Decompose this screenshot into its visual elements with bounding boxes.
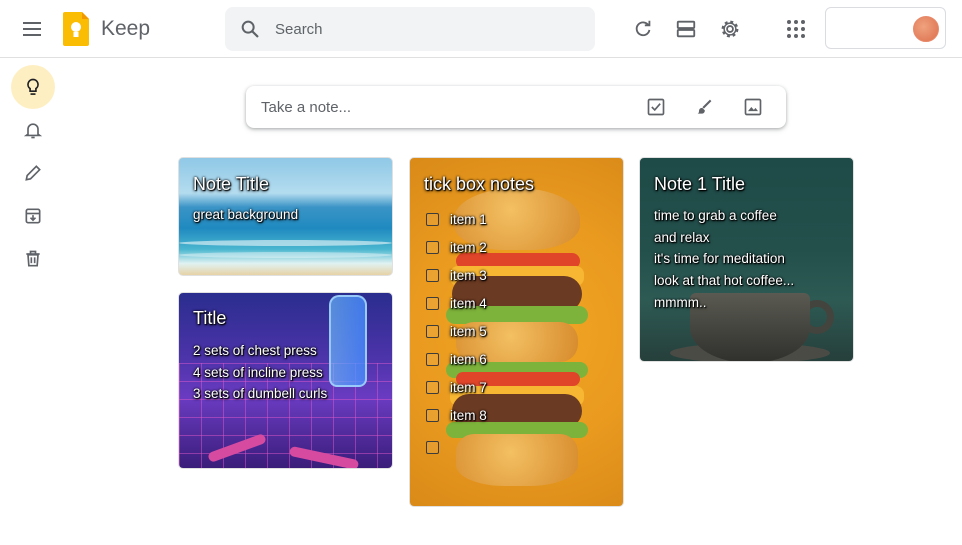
checkbox[interactable] — [426, 213, 439, 226]
note-text: 4 sets of incline press — [193, 365, 323, 380]
checkbox[interactable] — [426, 409, 439, 422]
note-card[interactable]: tick box notes item 1 item 2 item 3 item… — [409, 157, 624, 507]
wave-decoration — [179, 240, 392, 246]
settings-icon[interactable] — [710, 9, 750, 49]
trash-icon — [26, 250, 40, 267]
note-text: and relax — [654, 230, 710, 245]
take-note-bar[interactable] — [246, 86, 786, 128]
list-view-icon[interactable] — [666, 9, 706, 49]
checklist-item: item 1 — [450, 212, 487, 227]
note-text: mmmm.. — [654, 295, 707, 310]
archive-icon — [25, 208, 41, 224]
checklist-item: item 4 — [450, 296, 487, 311]
search-icon[interactable] — [239, 18, 261, 40]
note-text: 3 sets of dumbell curls — [193, 386, 328, 401]
checklist-item: item 8 — [450, 408, 487, 423]
sidebar-item-trash[interactable] — [11, 237, 55, 281]
burger-decoration — [456, 434, 578, 486]
checklist-item: item 3 — [450, 268, 487, 283]
search-bar[interactable] — [225, 7, 595, 51]
checklist-item: item 6 — [450, 352, 487, 367]
checklist-item: item 7 — [450, 380, 487, 395]
refresh-icon[interactable] — [623, 9, 663, 49]
checkbox[interactable] — [426, 297, 439, 310]
image-icon[interactable] — [737, 91, 769, 123]
avatar[interactable] — [913, 16, 939, 42]
pencil-icon — [25, 165, 41, 181]
app-title[interactable]: Keep — [101, 17, 150, 41]
note-title: Note Title — [193, 174, 270, 194]
checkbox[interactable] — [426, 353, 439, 366]
take-note-input[interactable] — [261, 86, 621, 128]
menu-icon[interactable] — [12, 9, 52, 49]
note-card[interactable]: Title 2 sets of chest press 4 sets of in… — [178, 292, 393, 469]
wave-decoration — [179, 252, 392, 258]
note-card[interactable]: Note 1 Title time to grab a coffee and r… — [639, 157, 854, 362]
checklist-item: item 2 — [450, 240, 487, 255]
checkbox[interactable] — [426, 241, 439, 254]
note-text: 2 sets of chest press — [193, 343, 317, 358]
note-text: look at that hot coffee... — [654, 273, 795, 288]
coffee-decoration — [690, 293, 810, 361]
checkbox[interactable] — [426, 325, 439, 338]
note-title: Note 1 Title — [654, 174, 746, 194]
checkbox[interactable] — [426, 381, 439, 394]
checkbox[interactable] — [426, 441, 439, 454]
note-text: it's time for meditation — [654, 251, 785, 266]
note-title: tick box notes — [424, 174, 535, 194]
note-card[interactable]: Note Title great background — [178, 157, 393, 276]
brush-icon[interactable] — [688, 91, 720, 123]
sidebar-item-edit-labels[interactable] — [11, 151, 55, 195]
sidebar-item-notes[interactable] — [11, 65, 55, 109]
keep-logo-icon[interactable] — [63, 12, 89, 46]
note-text: time to grab a coffee — [654, 208, 777, 223]
checkbox[interactable] — [426, 269, 439, 282]
lightbulb-icon — [27, 78, 39, 95]
checklist-item: item 5 — [450, 324, 487, 339]
note-text: great background — [193, 207, 299, 222]
search-input[interactable] — [275, 7, 575, 51]
sidebar-item-reminders[interactable] — [11, 108, 55, 152]
apps-icon[interactable] — [776, 9, 816, 49]
bell-icon — [23, 123, 43, 139]
water-bottle-decoration — [329, 295, 367, 387]
account-button[interactable] — [825, 7, 946, 49]
checkbox-icon[interactable] — [640, 91, 672, 123]
top-bar: Keep — [0, 0, 962, 58]
note-title: Title — [193, 308, 227, 328]
sidebar-item-archive[interactable] — [11, 194, 55, 238]
